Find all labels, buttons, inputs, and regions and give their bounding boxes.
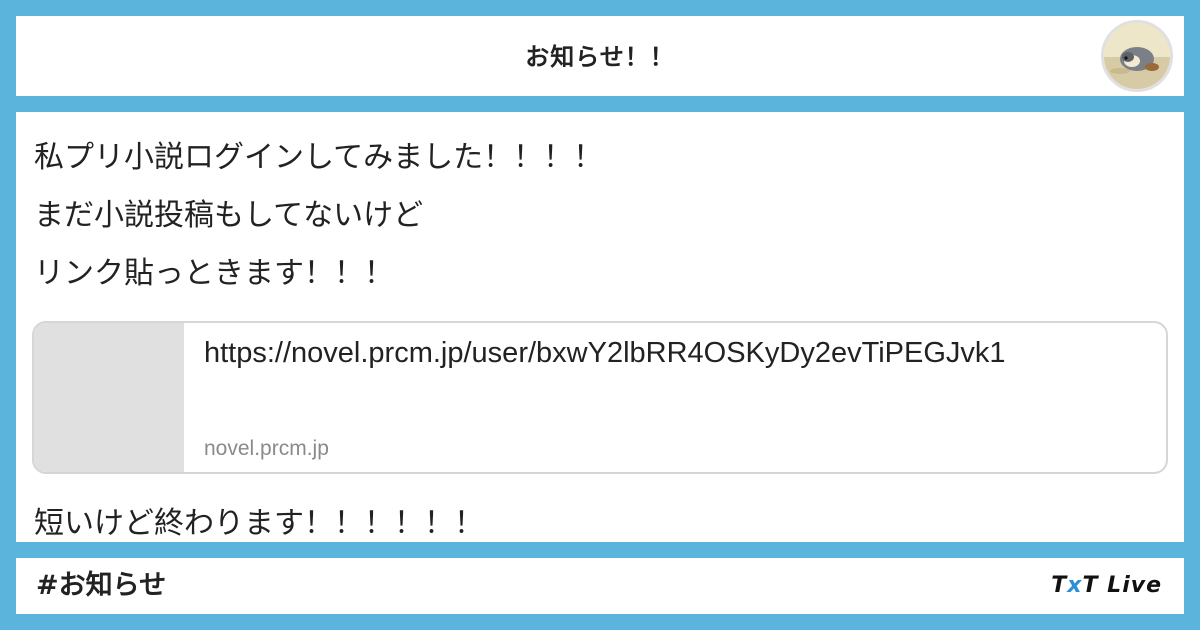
header-bar: お知らせ！！ <box>16 16 1184 96</box>
post-text-line: まだ小説投稿もしてないけど <box>34 198 424 233</box>
footer-bar: #お知らせ TxT Live <box>16 558 1184 614</box>
brand-logo-x: x <box>1067 573 1083 598</box>
avatar[interactable] <box>1101 20 1173 92</box>
hashtag-link[interactable]: #お知らせ <box>36 558 166 614</box>
link-preview-card[interactable]: https://novel.prcm.jp/user/bxwY2lbRR4OSK… <box>32 321 1168 474</box>
brand-logo: TxT Live <box>1051 558 1162 614</box>
avatar-image-icon <box>1104 23 1170 89</box>
post-text-line: 私プリ小説ログインしてみました！！！！ <box>34 140 604 175</box>
post-text-line: リンク貼っときます！！！ <box>34 256 394 291</box>
link-thumbnail <box>34 323 184 472</box>
link-url[interactable]: https://novel.prcm.jp/user/bxwY2lbRR4OSK… <box>204 337 1006 370</box>
brand-logo-live: Live <box>1098 573 1162 598</box>
page-title: お知らせ！！ <box>525 43 675 71</box>
brand-logo-t: T <box>1051 573 1068 598</box>
post-content: 私プリ小説ログインしてみました！！！！ まだ小説投稿もしてないけど リンク貼っと… <box>16 112 1184 542</box>
link-domain: novel.prcm.jp <box>204 437 329 460</box>
brand-logo-t: T <box>1082 573 1099 598</box>
post-text-line: 短いけど終わります！！！！！！ <box>34 506 484 541</box>
